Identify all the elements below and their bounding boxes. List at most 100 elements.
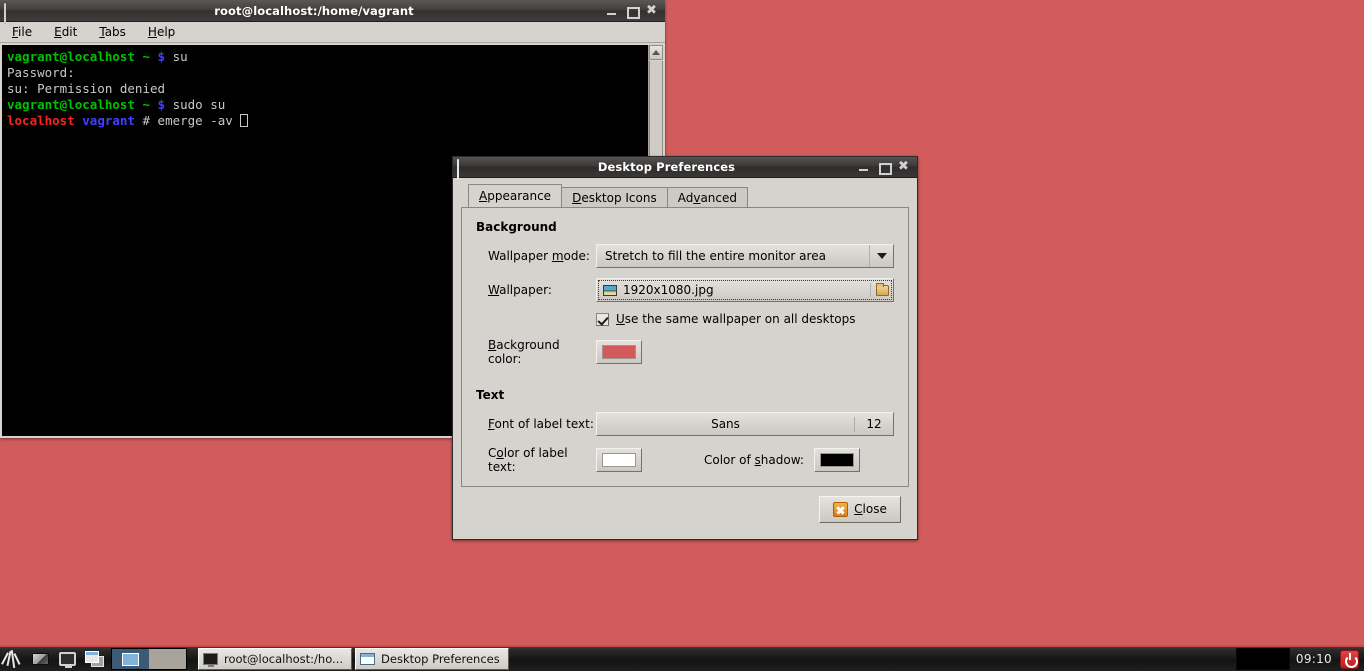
picture-icon (603, 284, 617, 296)
close-button[interactable]: Close (819, 495, 901, 523)
wallpaper-file-value-wrap: 1920x1080.jpg (597, 279, 870, 301)
dialog-maximize-button[interactable] (878, 161, 892, 175)
scrollbar-up-arrow-icon[interactable] (649, 45, 663, 60)
terminal-command: sudo su (172, 97, 226, 112)
tab-advanced[interactable]: Advanced (666, 187, 749, 208)
background-color-swatch (602, 345, 636, 359)
terminal-output-line: Password: (7, 65, 75, 80)
clock[interactable]: 09:10 (1296, 652, 1332, 666)
dialog-minimize-button[interactable] (858, 161, 869, 173)
menu-file[interactable]: File (10, 24, 34, 40)
menu-tabs[interactable]: Tabs (97, 24, 128, 40)
shadow-color-swatch (819, 453, 854, 467)
folder-icon (875, 282, 889, 296)
terminal-maximize-button[interactable] (626, 5, 640, 19)
tab-appearance[interactable]: Appearance (468, 184, 563, 207)
color-of-label-text-button[interactable] (596, 448, 642, 472)
font-of-label-button[interactable]: Sans 12 (596, 412, 894, 436)
trash-icon (32, 653, 49, 665)
wallpaper-mode-select[interactable]: Stretch to fill the entire monitor area (596, 244, 894, 268)
label-text-color-swatch (602, 453, 636, 467)
chevron-down-icon[interactable] (869, 245, 893, 267)
terminal-output-line: su: Permission denied (7, 81, 166, 96)
same-wallpaper-row: Use the same wallpaper on all desktops (476, 312, 894, 326)
trash-button[interactable] (27, 647, 54, 671)
background-color-button[interactable] (596, 340, 642, 364)
terminal-root-path: vagrant (82, 113, 135, 128)
show-desktop-icon (59, 652, 76, 668)
terminal-command: su (172, 49, 188, 64)
dialog-action-area: Close (461, 487, 909, 531)
color-of-shadow-label: Color of shadow: (704, 453, 804, 467)
terminal-window-buttons: ✖ (606, 4, 661, 19)
menu-help[interactable]: Help (146, 24, 177, 40)
wallpaper-mode-value: Stretch to fill the entire monitor area (605, 249, 826, 263)
workspace-window-thumb (122, 652, 139, 666)
applications-menu-button[interactable] (0, 647, 27, 671)
background-color-row: Background color: (476, 338, 894, 366)
color-of-shadow-button[interactable] (813, 448, 860, 472)
terminal-prompt-symbol: $ (157, 97, 166, 112)
workspace-pager (111, 648, 187, 670)
dialog-titlebar[interactable]: Desktop Preferences ✖ (453, 157, 917, 180)
window-list-icon (85, 651, 104, 667)
text-group-title: Text (476, 388, 505, 402)
terminal-prompt-symbol: $ (157, 49, 166, 64)
window-icon (457, 159, 473, 180)
desktop-preferences-dialog[interactable]: Desktop Preferences ✖ Appearance Desktop… (452, 156, 918, 540)
terminal-minimize-button[interactable] (606, 5, 617, 17)
workspace-1[interactable] (112, 649, 149, 669)
terminal-icon (203, 653, 218, 667)
close-button-label: Close (854, 502, 887, 516)
desktop-background[interactable]: root@localhost:/home/vagrant ✖ File Edit… (0, 0, 1364, 645)
dialog-title: Desktop Preferences (597, 160, 736, 174)
font-of-label-row: Font of label text: Sans 12 (476, 412, 894, 436)
terminal-root-host: localhost (7, 113, 75, 128)
same-wallpaper-label[interactable]: Use the same wallpaper on all desktops (616, 312, 856, 326)
taskbar-button-terminal[interactable]: root@localhost:/ho... (198, 648, 353, 670)
terminal-prompt-path: ~ (142, 49, 150, 64)
same-wallpaper-checkbox[interactable] (596, 312, 609, 326)
tab-desktop-icons[interactable]: Desktop Icons (561, 187, 668, 208)
label-shadow-color-row: Color of label text: Color of shadow: (476, 446, 894, 474)
window-list-button[interactable] (81, 647, 108, 671)
terminal-titlebar[interactable]: root@localhost:/home/vagrant ✖ (0, 0, 665, 24)
wallpaper-file-value: 1920x1080.jpg (623, 283, 714, 297)
wallpaper-file-chooser[interactable]: 1920x1080.jpg (596, 278, 894, 302)
wallpaper-browse-button[interactable] (871, 279, 893, 301)
tab-bar: Appearance Desktop Icons Advanced (461, 184, 909, 208)
terminal-cursor (240, 114, 249, 127)
dialog-body: Appearance Desktop Icons Advanced Backgr… (453, 178, 917, 539)
terminal-close-button[interactable]: ✖ (646, 4, 657, 17)
wallpaper-label: Wallpaper: (488, 283, 552, 297)
show-desktop-button[interactable] (54, 647, 81, 671)
background-color-label: Background color: (488, 338, 560, 366)
taskbar-window-list: root@localhost:/ho... Desktop Preference… (198, 647, 509, 671)
terminal-prompt-user: vagrant@localhost (7, 49, 135, 64)
workspace-2[interactable] (149, 649, 186, 669)
power-icon[interactable] (1340, 649, 1359, 669)
menu-edit[interactable]: Edit (52, 24, 79, 40)
taskbar-launchers (0, 647, 108, 671)
wallpaper-row: Wallpaper: 1920x1080.jpg (476, 278, 894, 302)
background-group-title: Background (476, 220, 557, 234)
taskbar-button-terminal-label: root@localhost:/ho... (224, 652, 344, 666)
system-tray[interactable] (1235, 648, 1290, 670)
color-of-label-text-label: Color of label text: (488, 446, 568, 474)
font-size-value: 12 (866, 417, 882, 431)
dialog-window-buttons: ✖ (858, 160, 913, 175)
font-name-value: Sans (711, 417, 740, 431)
appearance-panel: Background Wallpaper mode: Stretch to fi… (461, 207, 909, 487)
terminal-menubar: File Edit Tabs Help (0, 22, 665, 43)
applications-menu-icon (0, 649, 25, 669)
wallpaper-mode-label: Wallpaper mode: (488, 249, 590, 263)
close-x-icon (833, 501, 849, 517)
terminal-prompt-path: ~ (142, 97, 150, 112)
window-icon (360, 653, 376, 665)
font-of-label-label: Font of label text: (488, 417, 594, 431)
taskbar-button-desktop-preferences[interactable]: Desktop Preferences (355, 648, 509, 670)
terminal-root-symbol: # (142, 113, 151, 128)
dialog-close-button[interactable]: ✖ (898, 160, 909, 173)
terminal-command: emerge -av (157, 113, 233, 128)
taskbar: root@localhost:/ho... Desktop Preference… (0, 645, 1364, 671)
